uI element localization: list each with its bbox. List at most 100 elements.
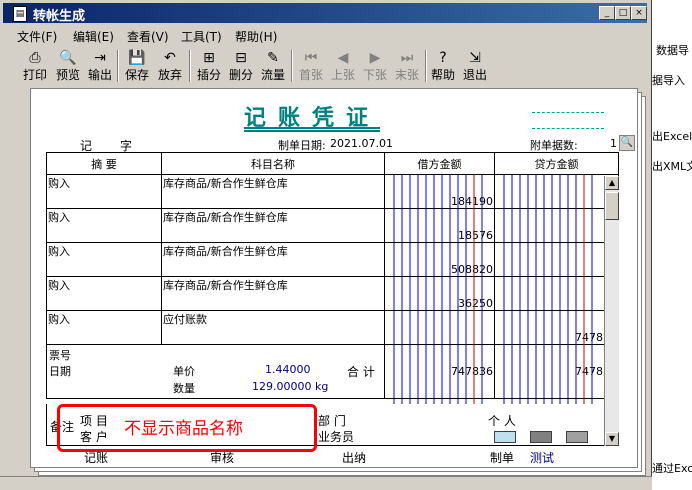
discard-button[interactable]: ↶ 放弃 (154, 48, 186, 84)
maximize-button[interactable]: □ (615, 6, 631, 20)
date-label: 制单日期: (278, 139, 326, 152)
row-account[interactable]: 应付账款 (161, 310, 385, 345)
dept-label: 部 门 (318, 414, 346, 428)
window-title: 转帐生成 (33, 9, 86, 24)
flow-button[interactable]: ✎ 流量 (257, 48, 289, 84)
app-icon: ▤ (13, 6, 27, 22)
person-label: 个 人 (488, 414, 516, 428)
exit-icon: ⇲ (469, 50, 481, 66)
aux-card-icon[interactable] (530, 431, 552, 443)
date2-label: 日期 (49, 365, 71, 378)
total-label: 合 计 (347, 365, 375, 379)
scroll-thumb[interactable] (605, 192, 619, 220)
qty-value: 129.00000 kg (252, 380, 329, 393)
scroll-up-arrow[interactable]: ▲ (605, 176, 619, 190)
first-voucher-button[interactable]: ⏮ 首张 (295, 48, 327, 84)
price-value: 1.44000 (265, 363, 311, 376)
menu-edit[interactable]: 编辑(E) (73, 28, 114, 45)
preview-button[interactable]: 🔍 预览 (52, 48, 84, 84)
row-summary[interactable]: 购入 (46, 174, 162, 209)
vertical-scrollbar[interactable]: ▲ ▼ (604, 176, 619, 446)
title-bar[interactable]: ▤ 转帐生成 _ □ × (3, 3, 647, 24)
credit-grid (503, 174, 593, 406)
qty-label: 数量 (173, 382, 195, 395)
attach-count[interactable]: 1 (610, 137, 617, 150)
insert-row-icon: ⊞ (203, 50, 215, 66)
next-icon: ▶ (369, 50, 381, 66)
minimize-button[interactable]: _ (599, 6, 615, 20)
menu-bar: 文件(F) 编辑(E) 查看(V) 工具(T) 帮助(H) (3, 25, 647, 45)
row-summary[interactable]: 购入 (46, 310, 162, 345)
salesman-label: 业务员 (318, 430, 355, 444)
bg-label-2: 据导入 (652, 74, 685, 87)
scroll-down-arrow[interactable]: ▼ (605, 432, 619, 446)
delete-row-icon: ⊟ (235, 50, 247, 66)
help-button[interactable]: ? 帮助 (427, 48, 459, 84)
voucher-title: 记账凭证 (244, 106, 381, 131)
help-icon: ? (439, 50, 447, 66)
printer-icon: ⎙ (29, 50, 41, 66)
aux-edit-icon[interactable] (566, 431, 588, 443)
row-summary[interactable]: 购入 (46, 276, 162, 311)
maker-value: 测试 (530, 451, 555, 465)
bg-label-1: 数据导 (656, 44, 689, 57)
preview-icon: 🔍 (59, 50, 77, 66)
title-dash-line (532, 128, 604, 129)
insert-row-button[interactable]: ⊞ 插分 (193, 48, 225, 84)
background-app-panel: 数据导 据导入 出Excel 出XML文 通过Exce (652, 0, 692, 489)
header-summary: 摘 要 (46, 152, 162, 175)
header-credit: 贷方金额 (494, 152, 619, 175)
toolbar-separator (189, 50, 191, 82)
menu-view[interactable]: 查看(V) (127, 28, 169, 45)
undo-icon: ↶ (164, 50, 176, 66)
reviewer-label: 审核 (210, 451, 235, 465)
annotation-text: 不显示商品名称 (124, 419, 243, 439)
bg-label-3: 出Excel (652, 130, 692, 143)
exit-button[interactable]: ⇲ 退出 (459, 48, 491, 84)
menu-help[interactable]: 帮助(H) (235, 28, 277, 45)
close-button[interactable]: × (631, 6, 647, 20)
voucher-window: ▤ 转帐生成 _ □ × 文件(F) 编辑(E) 查看(V) 工具(T) 帮助(… (0, 0, 652, 490)
prev-icon: ◀ (337, 50, 349, 66)
row-summary[interactable]: 购入 (46, 242, 162, 277)
prev-voucher-button[interactable]: ◀ 上张 (327, 48, 359, 84)
cashier-label: 出纳 (342, 451, 367, 465)
print-button[interactable]: ⎙ 打印 (19, 48, 51, 84)
search-icon[interactable]: 🔍 (619, 135, 635, 151)
row-summary[interactable]: 购入 (46, 208, 162, 243)
toolbar-separator (291, 50, 293, 82)
title-dash-line (532, 112, 604, 113)
debit-grid (393, 174, 483, 406)
bg-label-5: 通过Exce (652, 462, 692, 475)
table-header: 摘 要 科目名称 借方金额 贷方金额 (46, 152, 619, 175)
row-account[interactable]: 库存商品/新合作生鲜仓库 (161, 208, 385, 243)
menu-tools[interactable]: 工具(T) (181, 28, 222, 45)
toolbar-separator (117, 50, 119, 82)
price-label: 单价 (173, 365, 195, 378)
next-voucher-button[interactable]: ▶ 下张 (359, 48, 391, 84)
row-account[interactable]: 库存商品/新合作生鲜仓库 (161, 276, 385, 311)
save-button[interactable]: 💾 保存 (121, 48, 153, 84)
last-voucher-button[interactable]: ⏭ 末张 (391, 48, 423, 84)
ticket-label: 票号 (49, 349, 71, 362)
bg-label-4: 出XML文 (652, 160, 692, 173)
export-icon: ⇥ (94, 50, 106, 66)
aux-book-icon[interactable] (494, 431, 516, 443)
row-account[interactable]: 库存商品/新合作生鲜仓库 (161, 242, 385, 277)
date-value[interactable]: 2021.07.01 (330, 137, 393, 150)
toolbar: ⎙ 打印 🔍 预览 ⇥ 输出 💾 保存 ↶ 放弃 ⊞ 插分 ⊟ 删分 ✎ 流量 ⏮ 首张 ◀ 上张 … (3, 46, 647, 86)
bookkeeper-label: 记账 (84, 451, 109, 465)
delete-row-button[interactable]: ⊟ 删分 (225, 48, 257, 84)
export-button[interactable]: ⇥ 输出 (84, 48, 116, 84)
flow-icon: ✎ (267, 50, 279, 66)
save-icon: 💾 (128, 50, 146, 66)
row-account[interactable]: 库存商品/新合作生鲜仓库 (161, 174, 385, 209)
last-icon: ⏭ (400, 50, 414, 66)
amount-grid (393, 174, 593, 406)
menu-file[interactable]: 文件(F) (17, 28, 57, 45)
header-account: 科目名称 (161, 152, 385, 175)
detail-cell: 票号 日期 单价 1.44000 数量 129.00000 kg 合 计 (46, 344, 385, 399)
header-debit: 借方金额 (384, 152, 495, 175)
first-icon: ⏮ (304, 50, 318, 66)
status-bar (0, 476, 652, 490)
